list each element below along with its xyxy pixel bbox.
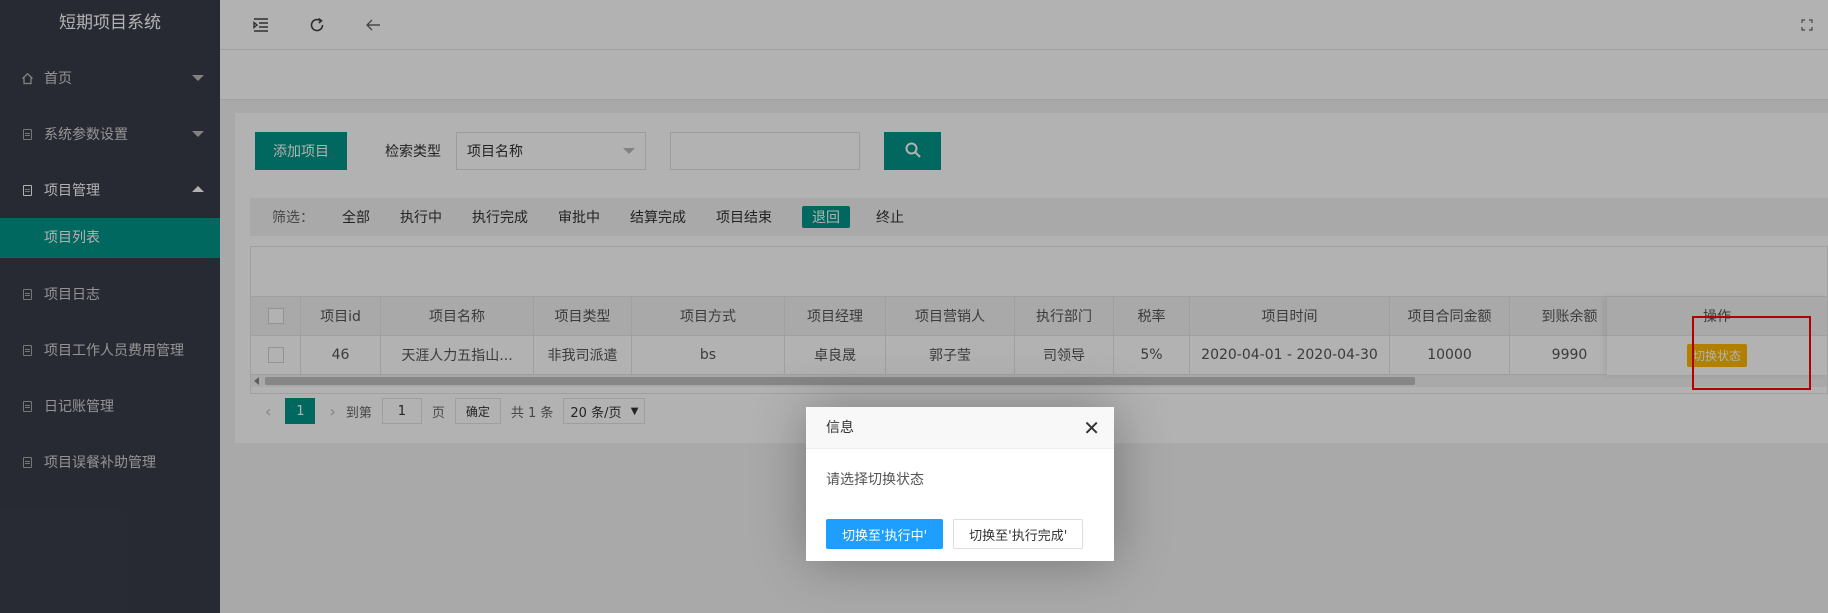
dialog-header: 信息 ✕ (806, 407, 1114, 449)
status-dialog: 信息 ✕ 请选择切换状态 切换至'执行中' 切换至'执行完成' (806, 407, 1114, 561)
dialog-message: 请选择切换状态 (826, 472, 924, 488)
switch-to-executing-button[interactable]: 切换至'执行中' (826, 519, 944, 549)
switch-to-executed-button[interactable]: 切换至'执行完成' (953, 519, 1084, 549)
dialog-buttons: 切换至'执行中' 切换至'执行完成' (826, 519, 1093, 549)
dialog-title: 信息 (826, 420, 854, 436)
close-icon[interactable]: ✕ (1083, 407, 1100, 449)
